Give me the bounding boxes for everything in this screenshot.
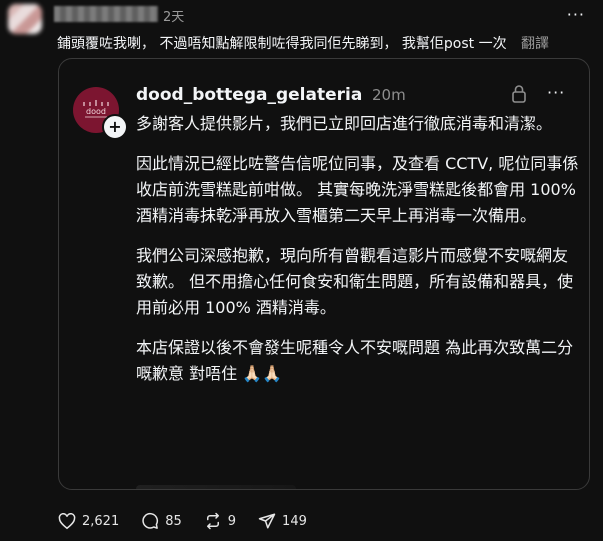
lock-icon <box>512 85 526 103</box>
translate-link[interactable]: 翻譯 <box>521 36 549 52</box>
share-icon <box>258 513 276 529</box>
more-icon[interactable]: ··· <box>547 83 565 102</box>
quoted-paragraph: 本店保證以後不會發生呢種令人不安嘅問題 為此再次致萬二分嘅歉意 對唔住 🙏🏻🙏🏻 <box>136 338 574 383</box>
action-bar: 2,621 85 9 149 <box>58 512 329 530</box>
like-button[interactable]: 2,621 <box>58 512 120 530</box>
post-text: 鋪頭覆咗我喇， 不過唔知點解限制咗得我同佢先睇到， 我幫佢post 一次 翻譯 <box>57 33 549 53</box>
quoted-paragraph: 我們公司深感抱歉，現向所有曾觀看這影片而感覺不安嘅網友致歉。 但不用擔心任何食安… <box>136 246 574 317</box>
quoted-username[interactable]: dood_bottega_gelateria <box>136 85 362 105</box>
share-button[interactable]: 149 <box>258 512 307 530</box>
repost-button[interactable]: 9 <box>204 512 236 530</box>
quoted-time: 20m <box>372 86 406 104</box>
heart-icon <box>58 512 76 529</box>
author-name-blurred[interactable] <box>54 6 158 22</box>
quoted-post-card[interactable]: dood + dood_bottega_gelateria 20m ··· 多謝… <box>58 58 590 490</box>
more-icon[interactable]: ··· <box>567 5 585 24</box>
share-count: 149 <box>282 513 307 529</box>
comment-icon <box>142 512 159 529</box>
quoted-paragraph: 因此情況已經比咗警告信呢位同事，及查看 CCTV, 呢位同事係收店前洗雪糕匙前咁… <box>136 154 579 225</box>
post-time: 2天 <box>163 10 185 25</box>
repost-icon <box>206 512 219 530</box>
avatar-text: dood <box>86 107 106 116</box>
comment-count: 85 <box>165 513 182 529</box>
faded-footer <box>136 485 296 489</box>
repost-count: 9 <box>227 513 237 529</box>
author-avatar[interactable] <box>8 4 42 34</box>
like-count: 2,621 <box>82 513 120 529</box>
quoted-paragraph: 多謝客人提供影片，我們已立即回店進行徹底消毒和清潔。 <box>136 114 553 133</box>
comment-button[interactable]: 85 <box>141 512 182 530</box>
plus-icon[interactable]: + <box>102 114 128 140</box>
quoted-body: 多謝客人提供影片，我們已立即回店進行徹底消毒和清潔。 因此情況已經比咗警告信呢位… <box>136 111 581 401</box>
post-text-body: 鋪頭覆咗我喇， 不過唔知點解限制咗得我同佢先睇到， 我幫佢post 一次 <box>57 36 507 52</box>
